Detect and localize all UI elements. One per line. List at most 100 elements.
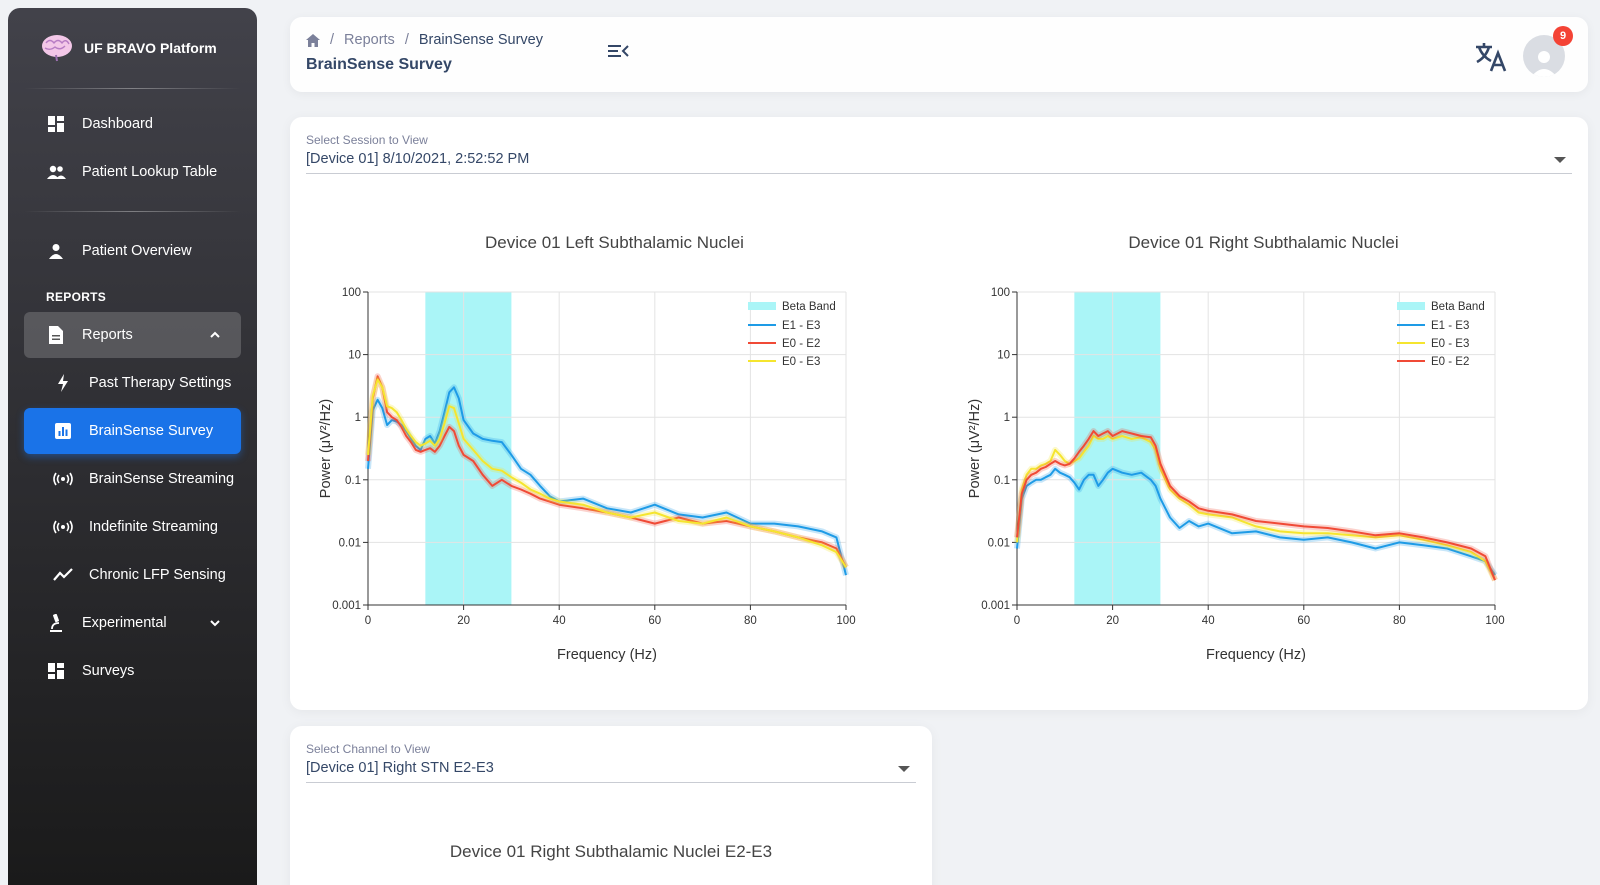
sidebar-item-label: Past Therapy Settings xyxy=(89,375,232,391)
session-select-label: Select Session to View xyxy=(306,133,428,147)
sidebar-item-chronic-lfp-sensing[interactable]: Chronic LFP Sensing xyxy=(24,552,241,598)
legend-label: E1 - E3 xyxy=(782,320,820,332)
brand-name: UF BRAVO Platform xyxy=(84,40,217,56)
channel-chart-title: Device 01 Right Subthalamic Nuclei E2-E3 xyxy=(449,842,773,861)
legend-label: E0 - E2 xyxy=(1431,356,1469,368)
dashboard-icon xyxy=(46,661,66,681)
y-tick-label: 100 xyxy=(342,287,361,299)
x-tick-label: 100 xyxy=(836,615,855,627)
user-icon xyxy=(1531,51,1557,77)
legend-swatch xyxy=(1397,302,1425,310)
translate-icon[interactable] xyxy=(1473,39,1509,75)
sidebar: UF BRAVO Platform Dashboard Patient Look… xyxy=(8,8,257,885)
breadcrumb-reports[interactable]: Reports xyxy=(344,32,395,48)
x-tick-label: 100 xyxy=(1485,615,1504,627)
legend-label: E1 - E3 xyxy=(1431,320,1469,332)
bar-chart-icon xyxy=(53,421,73,441)
x-tick-label: 40 xyxy=(553,615,566,627)
sidebar-item-patient-lookup[interactable]: Patient Lookup Table xyxy=(24,149,241,195)
session-select-box[interactable]: [Device 01] 8/10/2021, 2:52:52 PM xyxy=(306,147,1572,174)
chevron-up-icon xyxy=(210,331,220,338)
menu-collapse-icon[interactable] xyxy=(608,42,630,60)
x-tick-label: 60 xyxy=(648,615,661,627)
y-tick-label: 0.001 xyxy=(332,600,361,612)
y-tick-label: 0.01 xyxy=(339,537,361,549)
top-navbar: / Reports / BrainSense Survey BrainSense… xyxy=(290,17,1588,92)
dropdown-arrow-icon xyxy=(1554,157,1566,163)
channel-select-box[interactable]: [Device 01] Right STN E2-E3 xyxy=(306,756,916,783)
brain-logo-icon xyxy=(42,35,72,62)
person-icon xyxy=(46,241,66,261)
y-tick-label: 1 xyxy=(355,412,361,424)
sidebar-item-label: Experimental xyxy=(82,615,167,631)
dropdown-arrow-icon xyxy=(898,766,910,772)
x-tick-label: 20 xyxy=(1106,615,1119,627)
sidebar-item-past-therapy-settings[interactable]: Past Therapy Settings xyxy=(24,360,241,406)
legend-label: Beta Band xyxy=(1431,301,1485,313)
psd-chart-left: 0 20 40 60 80 100 0.001 0.01 0.1 1 10 100 Beta Band E… xyxy=(318,287,856,663)
sidebar-item-label: Surveys xyxy=(82,663,135,679)
breadcrumb-separator: / xyxy=(404,32,409,48)
home-icon[interactable] xyxy=(306,33,320,47)
y-tick-label: 0.001 xyxy=(981,600,1010,612)
x-tick-label: 40 xyxy=(1202,615,1215,627)
sidebar-item-brainsense-survey[interactable]: BrainSense Survey xyxy=(24,408,241,454)
brand[interactable]: UF BRAVO Platform xyxy=(8,8,257,88)
x-tick-label: 60 xyxy=(1297,615,1310,627)
legend-label: E0 - E3 xyxy=(1431,338,1469,350)
sidebar-item-label: Dashboard xyxy=(82,116,153,132)
sidebar-item-reports[interactable]: Reports xyxy=(24,312,241,358)
divider xyxy=(24,88,241,89)
y-tick-label: 10 xyxy=(348,350,361,362)
sidebar-item-indefinite-streaming[interactable]: Indefinite Streaming xyxy=(24,504,241,550)
divider xyxy=(24,211,241,212)
y-tick-label: 100 xyxy=(991,287,1010,299)
legend-swatch xyxy=(748,302,776,310)
psd-chart-right: 0 20 40 60 80 100 0.001 0.01 0.1 1 10 100 Beta Band E… xyxy=(967,287,1505,663)
sidebar-item-dashboard[interactable]: Dashboard xyxy=(24,101,241,147)
sidebar-item-label: Patient Overview xyxy=(82,243,192,259)
broadcast-icon xyxy=(53,469,73,489)
breadcrumb-separator: / xyxy=(330,32,335,48)
sidebar-item-patient-overview[interactable]: Patient Overview xyxy=(24,228,241,274)
legend-label: E0 - E3 xyxy=(782,356,820,368)
x-tick-label: 80 xyxy=(1393,615,1406,627)
x-tick-label: 0 xyxy=(1014,615,1020,627)
y-axis-title: Power (μV²/Hz) xyxy=(967,399,983,498)
sidebar-item-label: Patient Lookup Table xyxy=(82,164,218,180)
trend-icon xyxy=(53,565,73,585)
section-title-reports: REPORTS xyxy=(46,290,107,304)
y-tick-label: 10 xyxy=(997,350,1010,362)
broadcast-icon xyxy=(53,517,73,537)
sidebar-item-label: BrainSense Survey xyxy=(89,423,214,439)
channel-select-label: Select Channel to View xyxy=(306,742,430,756)
sidebar-item-label: BrainSense Streaming xyxy=(89,471,235,487)
breadcrumb: / Reports / BrainSense Survey xyxy=(306,32,543,48)
x-axis-title: Frequency (Hz) xyxy=(1206,647,1306,663)
sidebar-item-label: Reports xyxy=(82,327,133,343)
session-select[interactable]: Select Session to View [Device 01] 8/10/… xyxy=(306,133,1572,174)
y-tick-label: 0.01 xyxy=(988,537,1010,549)
chart-right-title: Device 01 Right Subthalamic Nuclei xyxy=(1128,233,1399,252)
y-tick-label: 0.1 xyxy=(994,475,1010,487)
sidebar-item-label: Indefinite Streaming xyxy=(89,519,218,535)
dashboard-icon xyxy=(46,114,66,134)
breadcrumb-current: BrainSense Survey xyxy=(418,32,543,48)
chart-left-title: Device 01 Left Subthalamic Nuclei xyxy=(485,233,744,252)
y-tick-label: 0.1 xyxy=(345,475,361,487)
y-axis-title: Power (μV²/Hz) xyxy=(318,399,334,498)
x-tick-label: 0 xyxy=(365,615,371,627)
sidebar-item-experimental[interactable]: Experimental xyxy=(24,600,241,646)
channel-select[interactable]: Select Channel to View [Device 01] Right… xyxy=(306,742,916,783)
x-tick-label: 20 xyxy=(457,615,470,627)
notification-badge: 9 xyxy=(1553,26,1573,46)
legend-label: Beta Band xyxy=(782,301,836,313)
y-tick-label: 1 xyxy=(1004,412,1010,424)
sidebar-item-surveys[interactable]: Surveys xyxy=(24,648,241,694)
session-select-value: [Device 01] 8/10/2021, 2:52:52 PM xyxy=(306,151,530,167)
x-axis-title: Frequency (Hz) xyxy=(557,647,657,663)
chevron-down-icon xyxy=(210,620,220,627)
sidebar-item-brainsense-streaming[interactable]: BrainSense Streaming xyxy=(24,456,241,502)
document-icon xyxy=(46,325,66,345)
legend-label: E0 - E2 xyxy=(782,338,820,350)
